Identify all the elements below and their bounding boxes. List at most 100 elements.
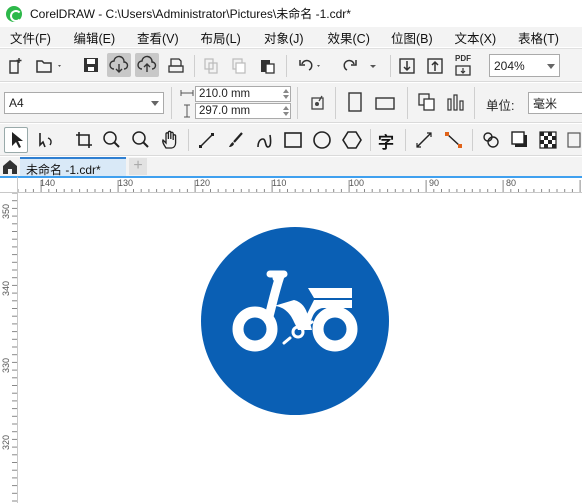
copy-icon[interactable] [230,57,248,75]
freehand-tool-icon[interactable] [197,130,217,150]
zoom-tool-icon[interactable] [102,130,122,150]
property-bar: A4 210.0 mm 297.0 mm 单位: 毫米 [0,83,582,123]
artistic-media-icon[interactable] [226,130,246,150]
ruler-label: 340 [1,280,11,296]
zoom-level-dropdown[interactable]: 204% [489,54,560,77]
drawing-canvas[interactable] [19,194,582,503]
pen-tool-icon[interactable] [254,130,274,150]
menu-text[interactable]: 文本(X) [445,28,509,47]
home-icon [3,160,17,174]
motorcycle-sign[interactable] [200,226,390,416]
shape-tool-icon[interactable] [36,130,58,150]
dimension-tool-icon[interactable] [414,130,434,150]
separator [335,87,336,119]
units-value: 毫米 [533,96,558,111]
all-pages-icon[interactable] [416,91,438,113]
menu-edit[interactable]: 编辑(E) [64,28,128,47]
spin-up-icon[interactable] [283,89,289,93]
separator [194,55,195,77]
undo-icon[interactable] [295,56,325,76]
spin-up-icon[interactable] [283,106,289,110]
chevron-down-icon [547,63,555,69]
ruler-ticks [12,193,17,502]
redo-icon[interactable] [341,56,381,76]
ruler-label: 350 [1,203,11,219]
separator [286,55,287,77]
transparency-tool-icon[interactable] [538,130,558,150]
ruler-label: 100 [349,178,365,188]
menu-file[interactable]: 文件(F) [0,28,64,47]
separator [171,87,172,119]
fill-tool-icon[interactable] [566,130,582,150]
ruler-label: 120 [195,178,211,188]
page-width-icon [180,86,194,100]
save-icon[interactable] [82,56,100,74]
separator [297,87,298,119]
menu-bitmaps[interactable]: 位图(B) [381,28,445,47]
drop-shadow-tool-icon[interactable] [510,130,530,150]
separator [405,129,406,151]
page-height-icon [180,104,194,118]
separator [472,129,473,151]
cut-icon[interactable] [202,57,220,75]
menu-layout[interactable]: 布局(L) [191,28,255,47]
ruler-label: 110 [272,178,287,188]
rectangle-tool-icon[interactable] [283,130,303,150]
separator [370,129,371,151]
menu-view[interactable]: 查看(V) [127,28,191,47]
coreldraw-logo-icon [6,5,22,22]
cloud-upload-icon[interactable] [135,53,159,77]
cloud-download-icon[interactable] [107,53,131,77]
new-document-icon[interactable] [6,56,26,76]
separator [188,129,189,151]
menu-effects[interactable]: 效果(C) [318,28,382,47]
text-tool-icon[interactable]: 字 [378,129,394,153]
vertical-ruler[interactable]: 350 340 330 320 [0,193,18,503]
paste-icon[interactable] [258,57,276,75]
pick-tool-icon[interactable] [4,127,28,153]
landscape-icon[interactable] [374,91,396,113]
tab-document[interactable]: 未命名 -1.cdr* [20,157,126,177]
ruler-label: 320 [1,434,11,450]
export-icon[interactable] [425,56,445,76]
title-bar: CorelDRAW - C:\Users\Administrator\Pictu… [0,0,582,27]
toolbox: 字 [0,124,582,156]
portrait-icon[interactable] [345,91,365,113]
zoom-level-value: 204% [494,58,525,73]
ellipse-tool-icon[interactable] [311,129,333,151]
print-icon[interactable] [166,56,186,76]
spin-down-icon[interactable] [283,112,289,116]
window-title: CorelDRAW - C:\Users\Administrator\Pictu… [30,7,351,21]
chevron-down-icon [151,101,159,106]
page-width-input[interactable]: 210.0 mm [195,86,291,102]
pdf-label: PDF [455,54,471,63]
ruler-label: 140 [40,178,56,188]
zoom-out-icon[interactable] [131,130,151,150]
export-pdf-icon[interactable]: PDF [453,54,475,78]
pan-tool-icon[interactable] [160,129,180,151]
current-page-icon[interactable] [445,91,467,113]
page-width-value: 210.0 mm [199,88,251,100]
separator [474,87,475,119]
ruler-corner[interactable] [0,176,18,193]
home-tab[interactable] [0,157,20,176]
menu-object[interactable]: 对象(J) [254,28,318,47]
crop-tool-icon[interactable] [74,130,94,150]
add-tab-button[interactable]: + [129,158,147,175]
menu-bar: 文件(F) 编辑(E) 查看(V) 布局(L) 对象(J) 效果(C) 位图(B… [0,27,582,47]
connector-tool-icon[interactable] [443,130,465,150]
polygon-tool-icon[interactable] [341,129,363,151]
horizontal-ruler[interactable]: 140 130 120 110 100 90 80 [18,176,582,193]
blend-tool-icon[interactable] [481,130,501,150]
import-icon[interactable] [397,56,417,76]
page-height-input[interactable]: 297.0 mm [195,103,291,119]
ruler-label: 330 [1,357,11,373]
units-dropdown[interactable]: 毫米 [528,92,582,114]
open-folder-icon[interactable] [34,56,62,76]
ruler-label: 90 [429,178,440,188]
page-size-dropdown[interactable]: A4 [4,92,164,114]
menu-table[interactable]: 表格(T) [508,28,572,47]
spin-down-icon[interactable] [283,95,289,99]
page-orientation-tool-icon[interactable] [307,93,327,113]
ruler-label: 130 [118,178,134,188]
